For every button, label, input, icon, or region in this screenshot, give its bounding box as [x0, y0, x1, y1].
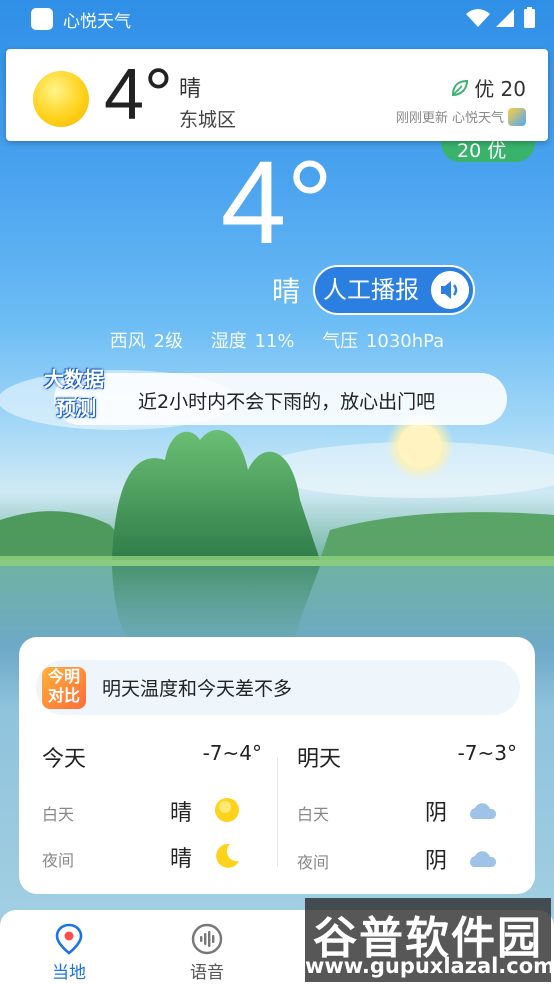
today-night-condition: 晴 — [170, 847, 193, 872]
tomorrow-day-condition: 阴 — [425, 801, 448, 826]
wifi-icon — [466, 9, 490, 27]
pressure-info: 气压 1030hPa — [322, 331, 445, 352]
notification-district: 东城区 — [179, 109, 237, 131]
app-logo-icon — [508, 107, 526, 126]
today-column[interactable]: 今天 -7~4° 白天 晴 夜间 晴 — [42, 737, 262, 877]
forecast-text: 近2小时内不会下雨的，放心出门吧 — [138, 391, 436, 413]
today-range: -7~4° — [202, 741, 262, 765]
tomorrow-name: 明天 — [297, 747, 342, 772]
status-icons — [466, 7, 535, 28]
compare-row[interactable]: 今明 对比 明天温度和今天差不多 — [36, 660, 520, 715]
wind-info: 西风 2级 — [109, 331, 183, 352]
signal-icon — [496, 9, 514, 27]
cloud-icon — [470, 851, 497, 867]
notification-temperature: 4° — [104, 55, 173, 135]
tab-local[interactable]: 当地 — [29, 916, 109, 984]
current-temperature: 4° — [220, 137, 334, 269]
tomorrow-night-condition: 阴 — [425, 849, 448, 874]
notification-aqi: 优 20 — [450, 73, 526, 102]
speaker-icon — [431, 271, 469, 309]
compare-badge-line2: 对比 — [47, 686, 80, 705]
tab-voice[interactable]: 语音 — [167, 916, 247, 984]
watermark-url: www.gupuxlazal.com — [305, 954, 554, 978]
tomorrow-column[interactable]: 明天 -7~3° 白天 阴 夜间 阴 — [297, 737, 517, 877]
bigdata-badge: 大数据 预测 — [44, 363, 122, 421]
broadcast-label: 人工播报 — [323, 276, 419, 304]
today-day-label: 白天 — [42, 805, 75, 824]
compare-badge-line1: 今明 — [47, 667, 80, 686]
notification-condition: 晴 — [179, 77, 202, 102]
leaf-icon — [452, 79, 469, 96]
today-name: 今天 — [42, 747, 87, 772]
battery-icon — [524, 9, 535, 28]
tomorrow-range: -7~3° — [457, 741, 517, 765]
today-night-label: 夜间 — [42, 851, 75, 870]
tomorrow-night-label: 夜间 — [297, 853, 330, 872]
sun-icon — [215, 798, 239, 822]
sun-icon — [33, 71, 89, 127]
broadcast-button[interactable]: 人工播报 — [313, 265, 475, 315]
cloud-icon — [470, 803, 497, 819]
bigdata-badge-line2: 预测 — [56, 396, 96, 420]
current-condition: 晴 — [272, 275, 301, 308]
voice-icon — [191, 923, 223, 955]
watermark: 谷普软件园 www.gupuxlazal.com — [305, 898, 554, 982]
tab-local-label: 当地 — [52, 963, 86, 983]
tab-voice-label: 语音 — [190, 963, 224, 983]
daily-forecast-card[interactable]: 今明 对比 明天温度和今天差不多 今天 -7~4° 白天 晴 夜间 晴 明天 -… — [19, 637, 535, 894]
notification-aqi-text: 优 20 — [474, 77, 526, 101]
status-app-name: 心悦天气 — [63, 12, 131, 32]
moon-icon — [216, 843, 239, 868]
humidity-info: 湿度 11% — [210, 331, 295, 352]
status-bar: 心悦天气 — [0, 0, 554, 36]
notification-meta: 刚刚更新 心悦天气 — [396, 107, 526, 126]
bigdata-badge-line1: 大数据 — [44, 367, 104, 391]
weather-notification[interactable]: 4° 晴 东城区 优 20 刚刚更新 心悦天气 — [6, 49, 548, 141]
weather-details: 西风 2级 湿度 11% 气压 1030hPa — [0, 327, 554, 353]
compare-text: 明天温度和今天差不多 — [102, 678, 293, 700]
tomorrow-day-label: 白天 — [297, 805, 330, 824]
today-day-condition: 晴 — [170, 801, 193, 826]
location-pin-icon — [55, 923, 83, 955]
notification-updated: 刚刚更新 — [395, 111, 448, 126]
compare-badge: 今明 对比 — [42, 667, 86, 709]
column-divider — [277, 757, 278, 867]
notification-app-name: 心悦天气 — [451, 111, 504, 126]
app-icon — [31, 8, 53, 30]
